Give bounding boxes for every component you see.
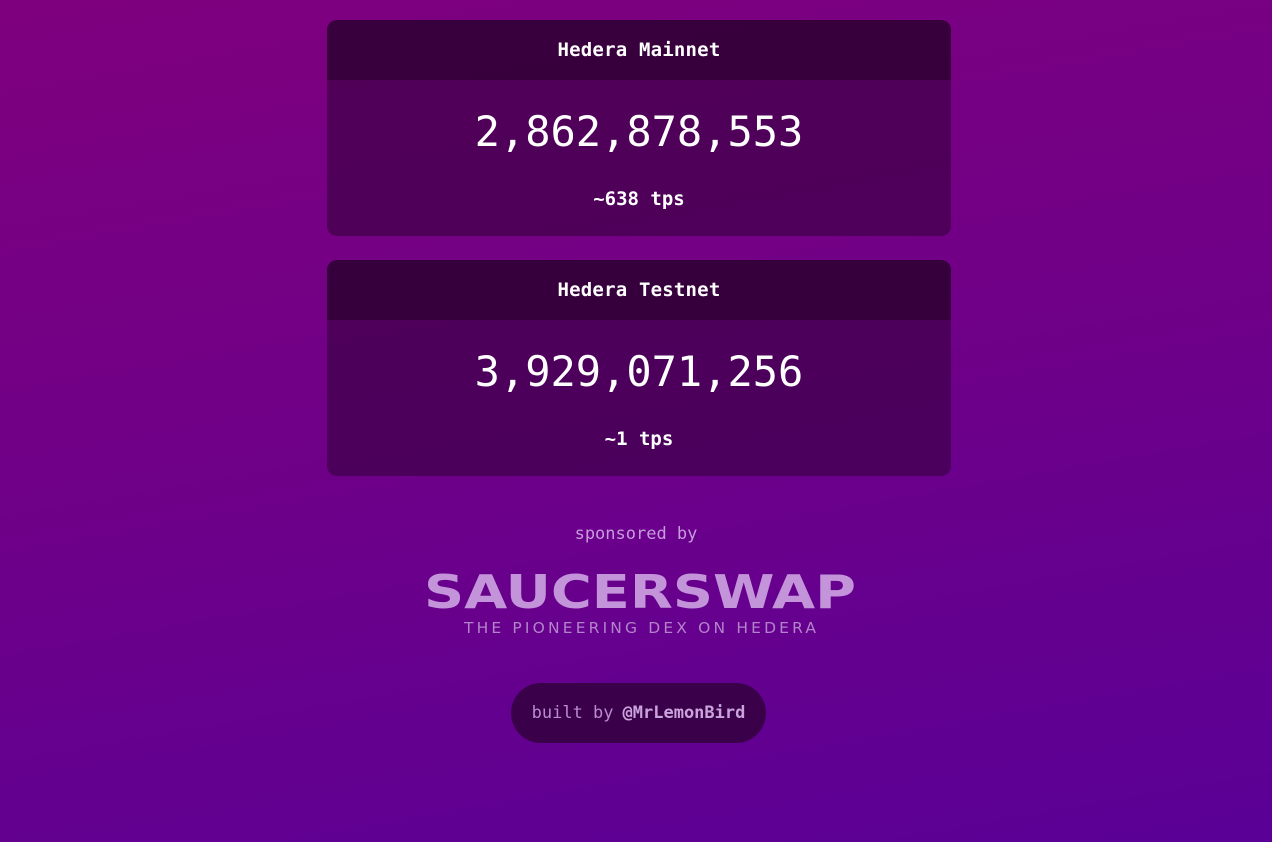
testnet-card: Hedera Testnet 3,929,071,256 ~1 tps <box>327 260 951 476</box>
mainnet-transaction-count: 2,862,878,553 <box>474 107 804 156</box>
saucerswap-tagline: THE PIONEERING DEX ON HEDERA <box>463 619 816 637</box>
sponsored-by-label: sponsored by <box>574 524 698 544</box>
mainnet-title: Hedera Mainnet <box>327 20 951 80</box>
built-by-link[interactable]: built by @MrLemonBird <box>511 683 766 743</box>
testnet-title: Hedera Testnet <box>327 260 951 320</box>
mainnet-tps: ~638 tps <box>593 188 685 210</box>
testnet-transaction-count: 3,929,071,256 <box>474 347 804 396</box>
saucerswap-logo-graphic: SAUCERSWAP THE PIONEERING DEX ON HEDERA <box>424 565 856 637</box>
saucerswap-logo[interactable]: SAUCERSWAP THE PIONEERING DEX ON HEDERA <box>420 565 860 640</box>
testnet-tps: ~1 tps <box>604 428 674 450</box>
mainnet-card: Hedera Mainnet 2,862,878,553 ~638 tps <box>327 20 951 236</box>
built-by-label: built by <box>531 703 614 723</box>
saucerswap-logo-text: SAUCERSWAP <box>424 566 856 619</box>
author-handle: @MrLemonBird <box>622 703 746 723</box>
